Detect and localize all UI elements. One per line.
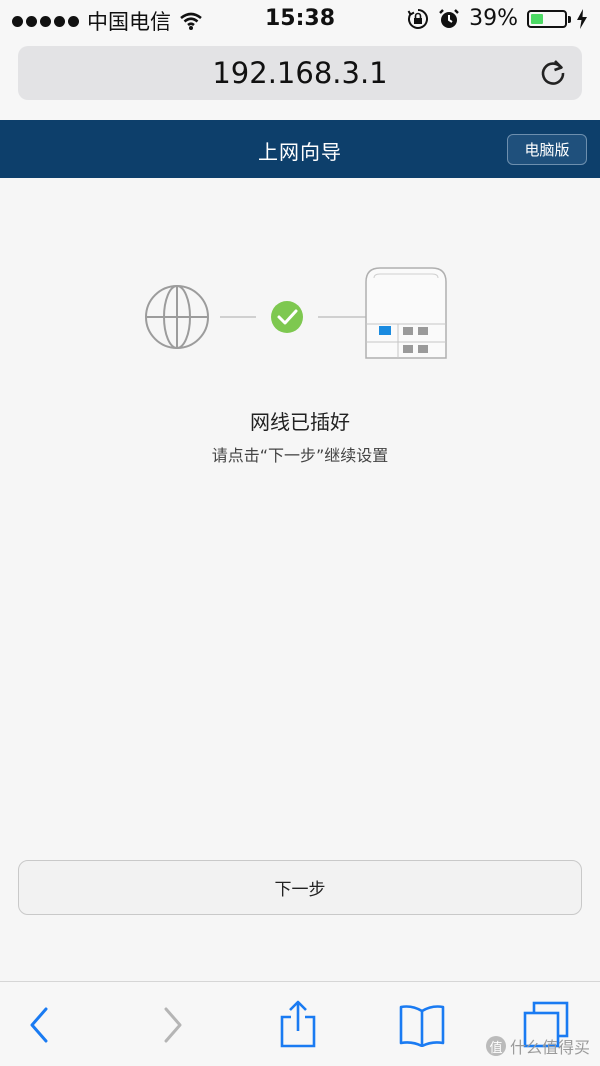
back-icon — [30, 1007, 48, 1043]
charging-bolt-icon — [577, 8, 587, 29]
status-title: 网线已插好 — [250, 410, 350, 434]
share-button[interactable] — [270, 1000, 326, 1050]
next-step-button[interactable]: 下一步 — [18, 860, 582, 915]
status-description: 请点击“下一步”继续设置 — [211, 446, 389, 465]
alarm-icon — [439, 8, 459, 28]
connection-illustration — [145, 267, 447, 359]
bookmarks-button[interactable] — [394, 1000, 450, 1050]
status-bar: 中国电信 15:38 39% — [0, 0, 600, 40]
desktop-version-button[interactable]: 电脑版 — [507, 134, 587, 165]
router-icon — [365, 267, 447, 359]
forward-icon — [164, 1007, 182, 1043]
globe-icon — [145, 285, 209, 349]
url-text: 192.168.3.1 — [212, 56, 388, 90]
bottom-toolbar: 值 什么值得买 — [0, 981, 600, 1066]
battery-icon — [527, 9, 571, 28]
url-field[interactable]: 192.168.3.1 — [18, 46, 582, 100]
reload-icon[interactable] — [538, 58, 568, 88]
battery-percent: 39% — [469, 6, 518, 31]
orientation-lock-icon — [407, 8, 429, 29]
check-icon — [271, 301, 303, 333]
router-port-active — [379, 326, 391, 335]
share-icon — [280, 1000, 316, 1048]
watermark: 值 什么值得买 — [485, 1034, 590, 1058]
page-header: 上网向导 电脑版 — [0, 120, 600, 178]
browser-address-bar: 192.168.3.1 — [0, 40, 600, 120]
battery-fill — [531, 13, 543, 24]
watermark-logo-icon: 值 — [485, 1036, 506, 1056]
back-button[interactable] — [12, 1000, 68, 1050]
status-right: 39% — [407, 6, 588, 31]
bookmarks-icon — [399, 1005, 445, 1047]
watermark-text: 什么值得买 — [509, 1038, 590, 1057]
forward-button[interactable] — [144, 1000, 200, 1050]
